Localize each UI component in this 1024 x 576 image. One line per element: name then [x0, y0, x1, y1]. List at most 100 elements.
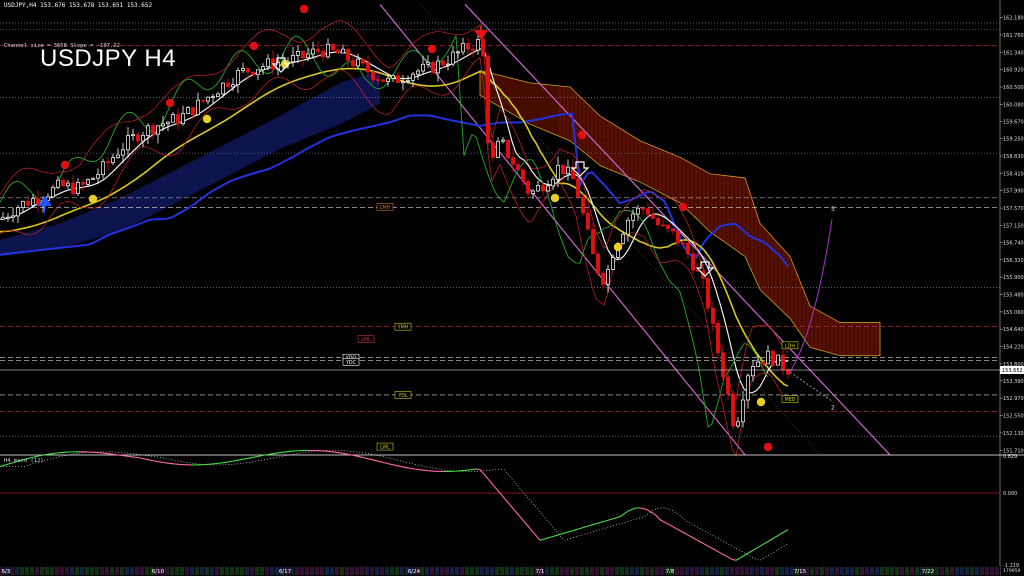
time-axis-segment [590, 567, 594, 575]
time-axis-segment [125, 567, 129, 575]
candle-body [651, 214, 655, 219]
time-axis-segment [530, 567, 534, 575]
candle-body [431, 62, 435, 74]
candle-body [181, 113, 185, 124]
candle-body [121, 149, 125, 156]
candle-body [221, 82, 225, 95]
time-axis-segment [950, 567, 954, 575]
candle-body [746, 375, 750, 401]
time-axis-segment [110, 567, 114, 575]
projection-label-5: 5 [831, 206, 835, 213]
candle-body [166, 121, 170, 125]
candle-body [666, 224, 670, 229]
candle-body [26, 200, 30, 206]
time-axis-segment [520, 567, 524, 575]
level-tag-text: LDH [785, 343, 795, 349]
time-axis-segment [460, 567, 464, 575]
time-axis-segment [675, 567, 679, 575]
sell-signal-icon [427, 44, 437, 54]
time-axis-segment [605, 567, 609, 575]
time-axis-segment [255, 567, 259, 575]
time-axis-segment [705, 567, 709, 575]
time-axis-segment [630, 567, 634, 575]
time-axis-segment [715, 567, 719, 575]
time-axis-segment [650, 567, 654, 575]
time-axis-segment [325, 567, 329, 575]
candle-body [646, 208, 650, 215]
time-axis-segment [390, 567, 394, 575]
time-axis-segment [485, 567, 489, 575]
price-tick-label: 160.080 [1003, 102, 1024, 108]
time-axis-segment [450, 567, 454, 575]
buy-signal-icon [88, 194, 98, 204]
candle-body [541, 185, 545, 192]
time-axis-segment [140, 567, 144, 575]
time-axis-segment [765, 567, 769, 575]
time-axis-segment [260, 567, 264, 575]
time-axis-segment [910, 567, 914, 575]
candle-body [451, 51, 455, 65]
buy-signal-icon [613, 242, 623, 252]
time-axis-segment [785, 567, 789, 575]
candle-body [716, 322, 720, 354]
time-tick-label: 6/17 [279, 569, 292, 575]
time-axis-segment [735, 567, 739, 575]
candle-body [371, 71, 375, 80]
candle-body [626, 219, 630, 235]
candle-body [751, 366, 755, 377]
time-axis-segment [315, 567, 319, 575]
time-axis-segment [430, 567, 434, 575]
price-tick-label: 161.760 [1003, 33, 1024, 39]
macd-tick-label: 0.000 [1003, 491, 1017, 497]
level-tag-text: LML [361, 337, 371, 343]
time-axis-segment [475, 567, 479, 575]
level-tag-text: YDL [397, 393, 408, 399]
time-axis-segment [810, 567, 814, 575]
candle-body [676, 230, 680, 244]
candle-body [201, 99, 205, 102]
price-tick-label: 154.220 [1003, 345, 1024, 351]
candle-body [551, 178, 555, 187]
time-axis-segment [240, 567, 244, 575]
candle-body [461, 42, 465, 53]
candle-body [81, 182, 85, 185]
time-axis-segment [270, 567, 274, 575]
candle-body [11, 215, 15, 218]
time-axis-segment [90, 567, 94, 575]
sell-signal-icon [60, 160, 70, 170]
candle-body [321, 51, 325, 58]
time-axis-segment [60, 567, 64, 575]
time-axis-segment [900, 567, 904, 575]
candle-body [501, 139, 505, 142]
candle-body [671, 228, 675, 232]
time-axis-segment [135, 567, 139, 575]
buy-signal-icon [202, 114, 212, 124]
time-axis-segment [175, 567, 179, 575]
time-axis-segment [340, 567, 344, 575]
time-axis-segment [890, 567, 894, 575]
price-tick-label: 158.410 [1003, 171, 1024, 177]
time-axis-segment [75, 567, 79, 575]
candle-body [376, 79, 380, 81]
candle-body [681, 242, 685, 245]
time-axis-segment [305, 567, 309, 575]
level-tag-text: LWL [380, 445, 390, 451]
time-axis-segment [980, 567, 984, 575]
candle-body [186, 107, 190, 114]
time-axis-segment [760, 567, 764, 575]
candle-body [361, 58, 365, 64]
time-axis-segment [320, 567, 324, 575]
candle-body [341, 48, 345, 54]
candle-body [391, 75, 395, 79]
candle-body [126, 135, 130, 151]
candle-body [6, 216, 10, 219]
time-axis-segment [745, 567, 749, 575]
time-tick-label: 6/10 [152, 569, 165, 575]
candle-body [721, 352, 725, 378]
time-axis-segment [235, 567, 239, 575]
time-axis: 6/3 6/10 6/17 6/24 7/1 7/8 7/15 7/22 [0, 566, 1000, 576]
time-axis-segment [740, 567, 744, 575]
candle-body [741, 399, 745, 423]
time-axis-segment [595, 567, 599, 575]
time-axis-segment [65, 567, 69, 575]
